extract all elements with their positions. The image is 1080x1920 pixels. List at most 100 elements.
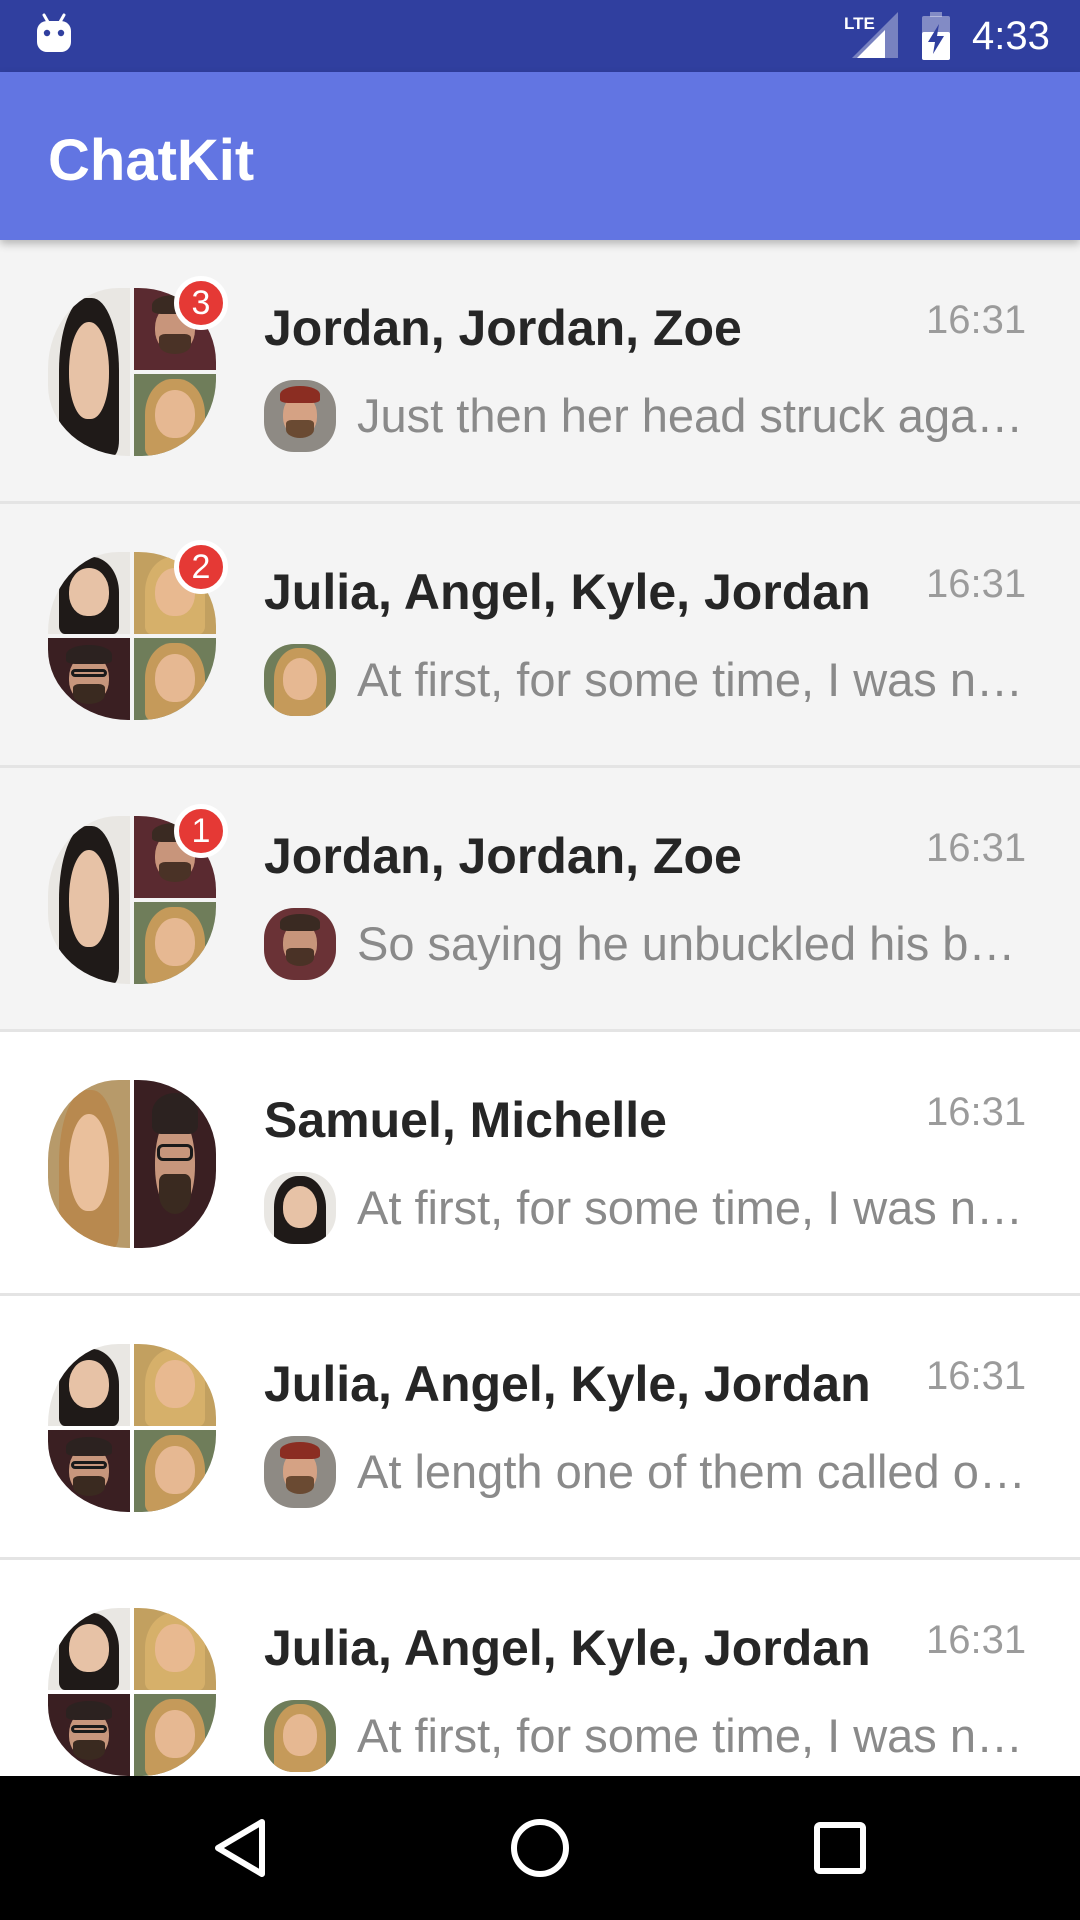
dialog-name: Julia, Angel, Kyle, Jordan (264, 1620, 871, 1676)
beard-shape (158, 333, 192, 354)
android-robot-icon (37, 13, 71, 52)
dialog-item[interactable]: 2 Julia, Angel, Kyle, Jordan 16:31 At first… (0, 504, 1080, 768)
face-shape (69, 1360, 109, 1408)
avatar-tile (264, 1436, 336, 1508)
avatar-tile (134, 1080, 216, 1248)
app-bar: ChatKit (0, 72, 1080, 240)
avatar-tile (134, 1430, 216, 1512)
hair-shape (66, 1700, 112, 1721)
dialog-name: Julia, Angel, Kyle, Jordan (264, 1356, 871, 1412)
last-message-text: At first, for some time, I was not able … (357, 653, 1029, 706)
last-message-avatar (264, 380, 336, 452)
back-icon[interactable] (204, 1812, 276, 1884)
face-shape (155, 918, 195, 966)
avatar-tile (48, 1080, 130, 1248)
last-message-avatar (264, 1436, 336, 1508)
last-message-avatar (264, 908, 336, 980)
avatar-tile (48, 1344, 130, 1426)
avatar-tile (48, 816, 130, 984)
app-title: ChatKit (48, 128, 255, 193)
beard-shape (158, 861, 192, 882)
unread-badge: 1 (174, 804, 228, 858)
group-avatar[interactable] (48, 1080, 216, 1248)
face-shape (69, 568, 109, 616)
last-message-avatar (264, 1700, 336, 1772)
hair-shape (66, 644, 112, 665)
hair-shape (279, 913, 321, 932)
dialog-time: 16:31 (926, 562, 1027, 606)
dialog-name: Jordan, Jordan, Zoe (264, 828, 742, 884)
avatar-tile (48, 638, 130, 720)
avatar-tile (264, 1700, 336, 1772)
navigation-bar (0, 1776, 1080, 1920)
last-message-text: At first, for some time, I was not able … (357, 1709, 1029, 1762)
face-shape (155, 390, 195, 438)
dialog-time: 16:31 (926, 1090, 1027, 1134)
beard-shape (72, 1475, 106, 1496)
dialog-item[interactable]: Julia, Angel, Kyle, Jordan 16:31 At first,… (0, 1560, 1080, 1776)
hair-shape (66, 1436, 112, 1457)
recents-icon[interactable] (804, 1812, 876, 1884)
beard-shape (285, 1476, 315, 1494)
dialog-item[interactable]: Julia, Angel, Kyle, Jordan 16:31 At length… (0, 1296, 1080, 1560)
face-shape (155, 1710, 195, 1758)
glasses-shape (70, 669, 108, 678)
avatar-tile (134, 1694, 216, 1776)
beard-shape (285, 420, 315, 438)
dialog-item[interactable]: 1 Jordan, Jordan, Zoe 16:31 So saying he un… (0, 768, 1080, 1032)
face-shape (69, 1624, 109, 1672)
dialog-name: Julia, Angel, Kyle, Jordan (264, 564, 871, 620)
glasses-shape (70, 1725, 108, 1734)
dialog-time: 16:31 (926, 1354, 1027, 1398)
avatar-tile (48, 1430, 130, 1512)
avatar-tile (48, 552, 130, 634)
face-shape (282, 1714, 318, 1757)
face-shape (282, 1186, 318, 1229)
network-label: LTE (844, 14, 875, 33)
avatar-tile (264, 908, 336, 980)
group-avatar[interactable] (48, 1608, 216, 1776)
avatar-tile (264, 644, 336, 716)
beard-shape (72, 683, 106, 704)
home-icon[interactable] (504, 1812, 576, 1884)
beard-shape (72, 1739, 106, 1760)
unread-badge: 2 (174, 540, 228, 594)
face-shape (155, 1360, 195, 1408)
last-message-text: Just then her head struck against the ro… (357, 389, 1029, 442)
dialog-time: 16:31 (926, 826, 1027, 870)
status-clock: 4:33 (972, 14, 1050, 58)
beanie-shape (279, 385, 321, 404)
glasses-shape (156, 1143, 194, 1161)
face-shape (155, 654, 195, 702)
dialog-item[interactable]: Samuel, Michelle 16:31 At first, for some … (0, 1032, 1080, 1296)
dialog-item[interactable]: 3 Jordan, Jordan, Zoe 16:31 Just then her h… (0, 240, 1080, 504)
last-message-avatar (264, 1172, 336, 1244)
face-shape (155, 1624, 195, 1672)
lte-signal-icon: LTE (844, 12, 898, 58)
avatar-tile (48, 288, 130, 456)
last-message-avatar (264, 644, 336, 716)
avatar-tile (134, 902, 216, 984)
face-shape (69, 849, 109, 948)
battery-charging-icon (922, 12, 950, 60)
dialog-time: 16:31 (926, 1618, 1027, 1662)
dialog-time: 16:31 (926, 298, 1027, 342)
avatar-tile (134, 1608, 216, 1690)
last-message-text: So saying he unbuckled his baldric with … (357, 917, 1029, 970)
group-avatar[interactable] (48, 1344, 216, 1512)
face-shape (69, 321, 109, 420)
last-message-text: At first, for some time, I was not able … (357, 1181, 1029, 1234)
unread-badge: 3 (174, 276, 228, 330)
avatar-tile (134, 1344, 216, 1426)
avatar-tile (48, 1694, 130, 1776)
beard-shape (285, 948, 315, 966)
avatar-tile (264, 1172, 336, 1244)
dialogs-list[interactable]: 3 Jordan, Jordan, Zoe 16:31 Just then her h… (0, 240, 1080, 1776)
status-bar: LTE 4:33 (0, 0, 1080, 72)
avatar-tile (134, 374, 216, 456)
glasses-shape (70, 1461, 108, 1470)
dialog-name: Jordan, Jordan, Zoe (264, 300, 742, 356)
last-message-text: At length one of them called out in a cl… (357, 1445, 1029, 1498)
avatar-tile (134, 638, 216, 720)
avatar-tile (264, 380, 336, 452)
